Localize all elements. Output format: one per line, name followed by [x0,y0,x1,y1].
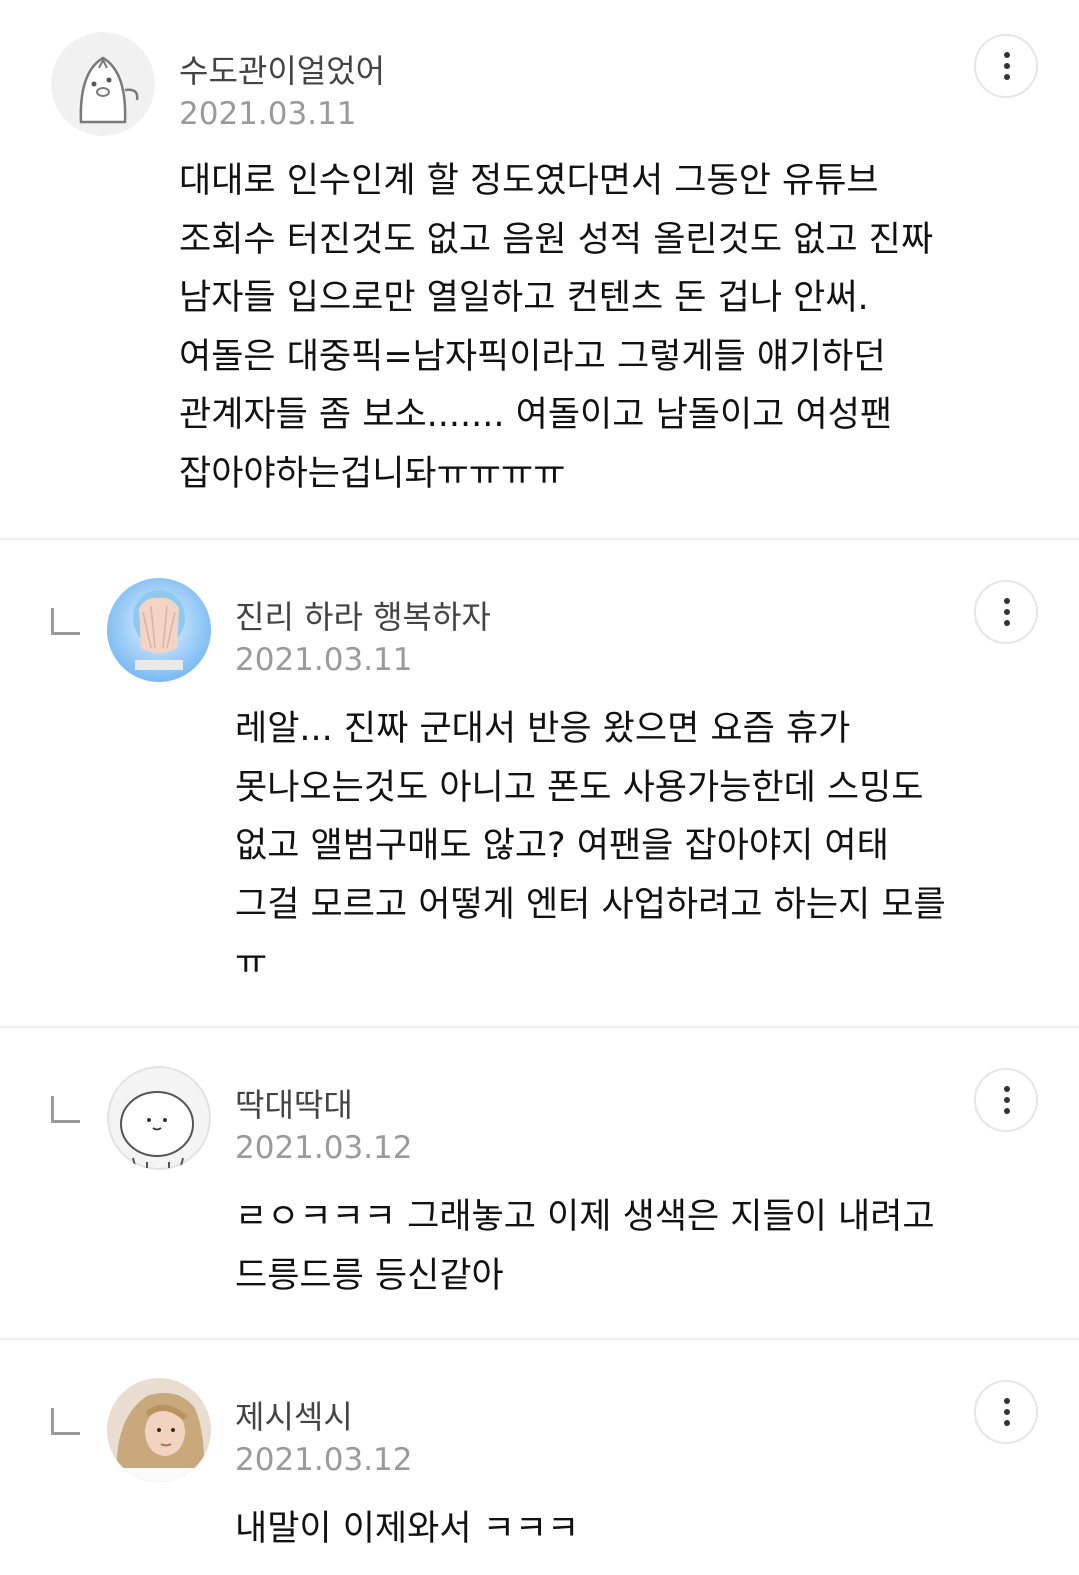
kebab-dot [1004,1097,1010,1103]
reply-item: 딱대딱대 2021.03.12 ㄹㅇㅋㅋㅋ 그래놓고 이제 생색은 지들이 내려… [0,1028,1079,1338]
comment-body: 대대로 인수인계 할 정도였다면서 그동안 유튜브 조회수 터진것도 없고 음원… [179,161,934,494]
photo-avatar-hands-icon [107,578,211,682]
avatar[interactable] [107,1378,211,1482]
comment-date: 2021.03.11 [179,96,357,132]
kebab-dot [1004,1420,1010,1426]
cartoon-ghost-avatar-icon [51,32,155,136]
comment-date: 2021.03.12 [235,1442,413,1478]
comment-author[interactable]: 수도관이얼었어 [179,46,385,92]
comment-author[interactable]: 제시섹시 [235,1392,353,1438]
comment-date: 2021.03.11 [235,642,413,678]
more-options-button[interactable] [974,34,1038,98]
kebab-menu-icon [1004,1398,1010,1404]
comment-item: 수도관이얼었어 2021.03.11 대대로 인수인계 할 정도였다면서 그동안… [0,0,1079,538]
more-options-button[interactable] [974,1380,1038,1444]
kebab-dot [1004,63,1010,69]
comment-body: ㄹㅇㅋㅋㅋ 그래놓고 이제 생색은 지들이 내려고 드릉드릉 등신같아 [235,1197,935,1296]
reply-item: 진리 하라 행복하자 2021.03.11 레알... 진짜 군대서 반응 왔으… [0,540,1079,1026]
reply-arrow-icon [51,1408,80,1435]
avatar[interactable] [107,1066,211,1170]
kebab-dot [1004,620,1010,626]
comment-author[interactable]: 진리 하라 행복하자 [235,592,491,638]
photo-avatar-blonde-icon [107,1378,211,1482]
avatar[interactable] [107,578,211,682]
kebab-menu-icon [1004,598,1010,604]
cartoon-blob-avatar-icon [107,1066,211,1170]
comment-body: 내말이 이제와서 ㅋㅋㅋ [235,1509,580,1549]
more-options-button[interactable] [974,1068,1038,1132]
kebab-menu-icon [1004,52,1010,58]
more-options-button[interactable] [974,580,1038,644]
kebab-menu-icon [1004,1086,1010,1092]
reply-arrow-icon [51,1096,80,1123]
reply-item: 제시섹시 2021.03.12 내말이 이제와서 ㅋㅋㅋ [0,1340,1079,1575]
comment-author[interactable]: 딱대딱대 [235,1080,353,1126]
reply-arrow-icon [51,608,80,635]
kebab-dot [1004,1409,1010,1415]
kebab-dot [1004,74,1010,80]
kebab-dot [1004,609,1010,615]
kebab-dot [1004,1108,1010,1114]
comment-body: 레알... 진짜 군대서 반응 왔으면 요즘 휴가 못나오는것도 아니고 폰도 … [235,709,946,983]
avatar[interactable] [51,32,155,136]
comment-date: 2021.03.12 [235,1130,413,1166]
